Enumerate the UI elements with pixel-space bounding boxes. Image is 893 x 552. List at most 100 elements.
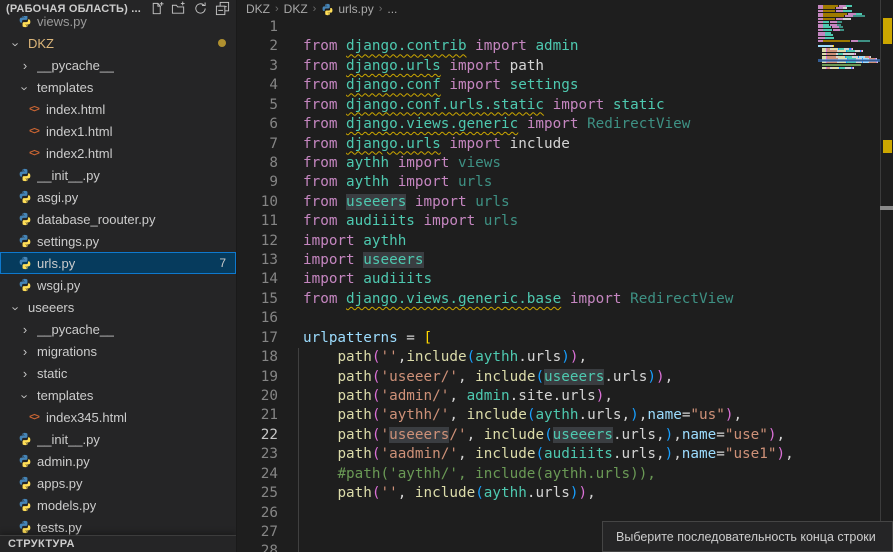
code-line-1[interactable]: 1 — [237, 18, 893, 37]
line-number[interactable]: 16 — [237, 309, 278, 328]
tree-item-asgi-py[interactable]: asgi.py — [0, 186, 236, 208]
tree-item-wsgi-py[interactable]: wsgi.py — [0, 274, 236, 296]
minimap[interactable] — [818, 2, 880, 112]
code-line-26[interactable]: 26 — [237, 504, 893, 523]
tree-item-admin-py[interactable]: admin.py — [0, 450, 236, 472]
python-icon — [18, 520, 32, 534]
line-number[interactable]: 27 — [237, 523, 278, 542]
line-number[interactable]: 8 — [237, 154, 278, 173]
code-line-24[interactable]: 24 #path('aythh/', include(aythh.urls)), — [237, 465, 893, 484]
minimap-line — [818, 50, 880, 52]
line-number[interactable]: 20 — [237, 387, 278, 406]
minimap-line — [818, 15, 880, 17]
refresh-icon — [193, 1, 208, 16]
line-content: path('aythh/', include(aythh.urls,),name… — [303, 406, 742, 425]
new-folder-button[interactable] — [171, 1, 186, 16]
tree-item-apps-py[interactable]: apps.py — [0, 472, 236, 494]
code-line-14[interactable]: 14import audiiits — [237, 270, 893, 289]
line-number[interactable]: 26 — [237, 504, 278, 523]
tree-item-label: useeers — [28, 300, 74, 315]
code-line-7[interactable]: 7from django.urls import include — [237, 135, 893, 154]
line-number[interactable]: 6 — [237, 115, 278, 134]
line-number[interactable]: 18 — [237, 348, 278, 367]
tree-item-label: settings.py — [37, 234, 99, 249]
code-line-9[interactable]: 9from aythh import urls — [237, 173, 893, 192]
line-number[interactable]: 10 — [237, 193, 278, 212]
tree-item-static[interactable]: ›static — [0, 362, 236, 384]
tree-item-models-py[interactable]: models.py — [0, 494, 236, 516]
code-line-3[interactable]: 3from django.urls import path — [237, 57, 893, 76]
line-number[interactable]: 13 — [237, 251, 278, 270]
tree-item-index345-html[interactable]: <>index345.html — [0, 406, 236, 428]
python-icon — [17, 454, 33, 468]
code-line-11[interactable]: 11from audiiits import urls — [237, 212, 893, 231]
line-number[interactable]: 23 — [237, 445, 278, 464]
line-number[interactable]: 5 — [237, 96, 278, 115]
breadcrumb-item[interactable]: DKZ — [246, 2, 270, 16]
code-line-17[interactable]: 17urlpatterns = [ — [237, 329, 893, 348]
code-line-6[interactable]: 6from django.views.generic import Redire… — [237, 115, 893, 134]
tree-item-index2-html[interactable]: <>index2.html — [0, 142, 236, 164]
line-number[interactable]: 11 — [237, 212, 278, 231]
code-line-18[interactable]: 18 path('',include(aythh.urls)), — [237, 348, 893, 367]
breadcrumb-item[interactable]: DKZ — [284, 2, 308, 16]
line-number[interactable]: 4 — [237, 76, 278, 95]
refresh-button[interactable] — [193, 1, 208, 16]
line-number[interactable]: 28 — [237, 542, 278, 552]
line-number[interactable]: 12 — [237, 232, 278, 251]
code-line-4[interactable]: 4from django.conf import settings — [237, 76, 893, 95]
code-line-12[interactable]: 12import aythh — [237, 232, 893, 251]
outline-section-header[interactable]: СТРУКТУРА — [0, 535, 236, 552]
line-number[interactable]: 17 — [237, 329, 278, 348]
code-line-25[interactable]: 25 path('', include(aythh.urls)), — [237, 484, 893, 503]
code-line-19[interactable]: 19 path('useeer/', include(useeers.urls)… — [237, 368, 893, 387]
code-line-13[interactable]: 13import useeers — [237, 251, 893, 270]
breadcrumb-separator: › — [379, 3, 383, 15]
tree-item-templates[interactable]: ›templates — [0, 76, 236, 98]
tree-item-index1-html[interactable]: <>index1.html — [0, 120, 236, 142]
line-number[interactable]: 15 — [237, 290, 278, 309]
line-number[interactable]: 25 — [237, 484, 278, 503]
tree-item-index-html[interactable]: <>index.html — [0, 98, 236, 120]
code-area[interactable]: 12from django.contrib import admin3from … — [237, 18, 893, 552]
line-number[interactable]: 9 — [237, 173, 278, 192]
tree-item-templates[interactable]: ›templates — [0, 384, 236, 406]
line-number[interactable]: 7 — [237, 135, 278, 154]
code-line-8[interactable]: 8from aythh import views — [237, 154, 893, 173]
collapse-all-button[interactable] — [215, 1, 230, 16]
tree-item--init-py[interactable]: __init__.py — [0, 164, 236, 186]
python-icon — [18, 212, 32, 226]
line-number[interactable]: 2 — [237, 37, 278, 56]
code-line-16[interactable]: 16 — [237, 309, 893, 328]
tree-item-urls-py[interactable]: urls.py7 — [0, 252, 236, 274]
code-line-21[interactable]: 21 path('aythh/', include(aythh.urls,),n… — [237, 406, 893, 425]
breadcrumb-item[interactable]: ... — [387, 2, 397, 16]
tree-item-useeers[interactable]: ›useeers — [0, 296, 236, 318]
line-number[interactable]: 22 — [237, 426, 278, 445]
code-line-10[interactable]: 10from useeers import urls — [237, 193, 893, 212]
tree-item--init-py[interactable]: __init__.py — [0, 428, 236, 450]
code-line-15[interactable]: 15from django.views.generic.base import … — [237, 290, 893, 309]
line-number[interactable]: 14 — [237, 270, 278, 289]
minimap-line — [818, 24, 880, 26]
code-line-2[interactable]: 2from django.contrib import admin — [237, 37, 893, 56]
line-number[interactable]: 24 — [237, 465, 278, 484]
code-line-22[interactable]: 22 path('useeers/', include(useeers.urls… — [237, 426, 893, 445]
line-number[interactable]: 19 — [237, 368, 278, 387]
tree-item-dkz[interactable]: ›DKZ — [0, 32, 236, 54]
code-line-20[interactable]: 20 path('admin/', admin.site.urls), — [237, 387, 893, 406]
tree-item-label: models.py — [37, 498, 96, 513]
code-line-5[interactable]: 5from django.conf.urls.static import sta… — [237, 96, 893, 115]
tree-item-settings-py[interactable]: settings.py — [0, 230, 236, 252]
new-file-button[interactable] — [149, 1, 164, 16]
line-number[interactable]: 3 — [237, 57, 278, 76]
tree-item-migrations[interactable]: ›migrations — [0, 340, 236, 362]
overview-ruler[interactable] — [881, 0, 893, 552]
line-number[interactable]: 21 — [237, 406, 278, 425]
tree-item-database-roouter-py[interactable]: database_roouter.py — [0, 208, 236, 230]
tree-item--pycache-[interactable]: ›__pycache__ — [0, 318, 236, 340]
code-line-23[interactable]: 23 path('aadmin/', include(audiiits.urls… — [237, 445, 893, 464]
line-number[interactable]: 1 — [237, 18, 278, 37]
breadcrumb-item[interactable]: urls.py — [321, 2, 373, 16]
tree-item--pycache-[interactable]: ›__pycache__ — [0, 54, 236, 76]
